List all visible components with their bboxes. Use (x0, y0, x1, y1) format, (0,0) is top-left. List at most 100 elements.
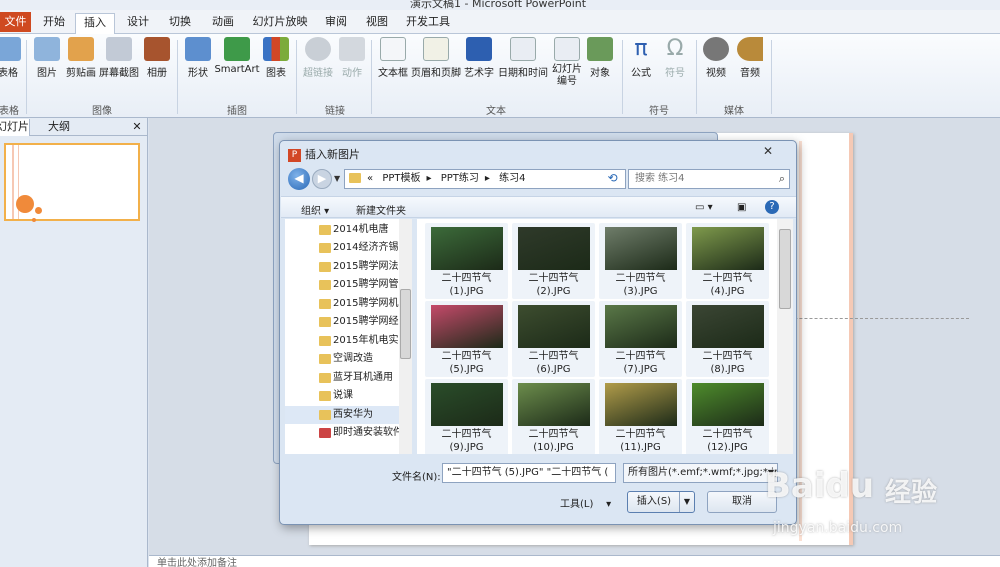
separator (771, 40, 772, 114)
new-folder-button[interactable]: 新建文件夹 (356, 202, 406, 217)
tab-slides[interactable]: 幻灯片 (0, 119, 30, 136)
file-thumbnail[interactable]: 二十四节气 (7).JPG (599, 301, 682, 377)
table-button[interactable]: 表格 (0, 37, 22, 79)
chart-button[interactable]: 图表 (262, 37, 290, 79)
video-button[interactable]: 视频 (702, 37, 730, 79)
datetime-button[interactable]: 日期和时间 (497, 37, 549, 79)
back-arrow-icon[interactable]: ◀ (288, 168, 310, 190)
file-name-label: 二十四节气 (2).JPG (512, 272, 595, 298)
action-button[interactable]: 动作 (338, 37, 366, 79)
tab-slideshow[interactable]: 幻灯片放映 (250, 13, 310, 33)
file-name-line: 二十四节气 (615, 429, 666, 440)
tab-review[interactable]: 审阅 (318, 13, 354, 33)
file-thumbnail[interactable]: 二十四节气 (12).JPG (686, 379, 769, 454)
tree-item[interactable]: 2015聘学网管 (285, 276, 403, 294)
tree-item-selected[interactable]: 西安华为 (285, 406, 403, 424)
textbox-button[interactable]: 文本框 (376, 37, 410, 79)
file-thumbnail[interactable]: 二十四节气 (2).JPG (512, 223, 595, 299)
equation-button[interactable]: π 公式 (627, 37, 655, 80)
panel-close-icon[interactable]: ✕ (130, 119, 144, 136)
file-thumbnail[interactable]: 二十四节气 (8).JPG (686, 301, 769, 377)
file-name-line: 二十四节气 (702, 273, 753, 284)
object-button[interactable]: 对象 (586, 37, 614, 79)
screenshot-button[interactable]: 屏幕截图 (98, 37, 140, 79)
scrollbar-thumb[interactable] (400, 289, 411, 359)
refresh-icon[interactable]: ⟲ (599, 169, 626, 189)
forward-arrow-icon[interactable]: ▶ (312, 169, 332, 189)
picture-button[interactable]: 图片 (33, 37, 61, 79)
wordart-button[interactable]: 艺术字 (462, 37, 496, 79)
tools-button[interactable]: 工具(L) ▾ (560, 495, 611, 510)
file-name-line: (8).JPG (710, 364, 745, 375)
insert-button[interactable]: 插入(S) ▼ (627, 491, 695, 513)
header-footer-button[interactable]: 页眉和页脚 (411, 37, 461, 79)
notes-pane[interactable]: 单击此处添加备注 (149, 555, 1000, 567)
tree-item[interactable]: 2014机电唐 (285, 221, 403, 239)
symbol-button[interactable]: Ω 符号 (661, 37, 689, 80)
tab-view[interactable]: 视图 (360, 13, 394, 33)
view-options-icon[interactable]: ▭ ▾ (695, 202, 713, 213)
window-titlebar: 演示文稿1 - Microsoft PowerPoint (0, 0, 1000, 10)
shapes-button[interactable]: 形状 (184, 37, 212, 79)
filename-input[interactable]: "二十四节气 (5).JPG" "二十四节气 ( (442, 463, 616, 483)
close-icon[interactable]: ✕ (748, 144, 788, 160)
breadcrumb-item[interactable]: PPT练习 (441, 173, 479, 184)
file-thumbnail[interactable]: 二十四节气 (11).JPG (599, 379, 682, 454)
search-input[interactable]: 搜索 练习4 ⌕ (628, 169, 790, 189)
tab-animations[interactable]: 动画 (205, 13, 241, 33)
tree-item[interactable]: 即时通安装软件 (285, 424, 403, 442)
address-bar[interactable]: « PPT模板 ▸ PPT练习 ▸ 练习4 (344, 169, 626, 189)
organize-button[interactable]: 组织 ▾ (301, 202, 329, 217)
tree-item[interactable]: 说课 (285, 387, 403, 405)
file-name-label: 二十四节气 (4).JPG (686, 272, 769, 298)
tab-design[interactable]: 设计 (120, 13, 156, 33)
breadcrumb-item[interactable]: 练习4 (499, 173, 525, 184)
tree-item[interactable]: 2015聘学网法 (285, 258, 403, 276)
file-thumbnail[interactable]: 二十四节气 (5).JPG (425, 301, 508, 377)
slide-number-button[interactable]: 幻灯片编号 (550, 37, 584, 88)
folder-icon (319, 299, 331, 309)
chevron-down-icon[interactable]: ▼ (334, 174, 340, 183)
preview-pane-icon[interactable]: ▣ (737, 202, 746, 213)
tab-home[interactable]: 开始 (38, 13, 70, 33)
hyperlink-button[interactable]: 超链接 (300, 37, 336, 79)
tree-item[interactable]: 2015聘学网经 (285, 313, 403, 331)
file-name-label: 二十四节气 (6).JPG (512, 350, 595, 376)
slide-thumbnail[interactable] (4, 143, 140, 222)
audio-button[interactable]: 音频 (736, 37, 764, 79)
slide-number-icon (554, 37, 580, 61)
album-button[interactable]: 相册 (142, 37, 172, 79)
file-thumbnail[interactable]: 二十四节气 (6).JPG (512, 301, 595, 377)
filetype-select[interactable]: 所有图片(*.emf;*.wmf;*.jpg;*.jp ▼ (623, 463, 778, 483)
tab-developer[interactable]: 开发工具 (402, 13, 454, 33)
folder-icon (319, 280, 331, 290)
clipart-button[interactable]: 剪贴画 (64, 37, 98, 79)
file-name-label: 二十四节气 (1).JPG (425, 272, 508, 298)
group-label-symbols: 符号 (649, 106, 669, 117)
chart-icon (263, 37, 289, 61)
file-thumbnail[interactable]: 二十四节气 (10).JPG (512, 379, 595, 454)
tree-item[interactable]: 蓝牙耳机通用 (285, 369, 403, 387)
tab-insert[interactable]: 插入 (75, 13, 115, 35)
tab-file[interactable]: 文件 (0, 12, 31, 32)
file-thumbnail[interactable]: 二十四节气 (9).JPG (425, 379, 508, 454)
smartart-button[interactable]: SmartArt (214, 37, 260, 75)
tree-item[interactable]: 空调改造 (285, 350, 403, 368)
help-icon[interactable]: ? (765, 200, 779, 214)
scrollbar-thumb[interactable] (779, 229, 791, 309)
folder-icon (319, 336, 331, 346)
tree-item[interactable]: 2015年机电实 (285, 332, 403, 350)
tree-item[interactable]: 2014经济齐锡 (285, 239, 403, 257)
file-thumbnail[interactable]: 二十四节气 (1).JPG (425, 223, 508, 299)
image-preview (518, 383, 590, 426)
breadcrumb-item[interactable]: PPT模板 (382, 173, 420, 184)
tab-transitions[interactable]: 切换 (162, 13, 198, 33)
file-thumbnail[interactable]: 二十四节气 (3).JPG (599, 223, 682, 299)
chevron-down-icon[interactable]: ▼ (679, 492, 694, 512)
grid-scrollbar[interactable] (777, 219, 793, 454)
tree-item[interactable]: 2015聘学网机 (285, 295, 403, 313)
tree-scrollbar[interactable] (399, 219, 412, 454)
tab-outline[interactable]: 大纲 (48, 119, 78, 136)
image-preview (518, 305, 590, 348)
file-thumbnail[interactable]: 二十四节气 (4).JPG (686, 223, 769, 299)
